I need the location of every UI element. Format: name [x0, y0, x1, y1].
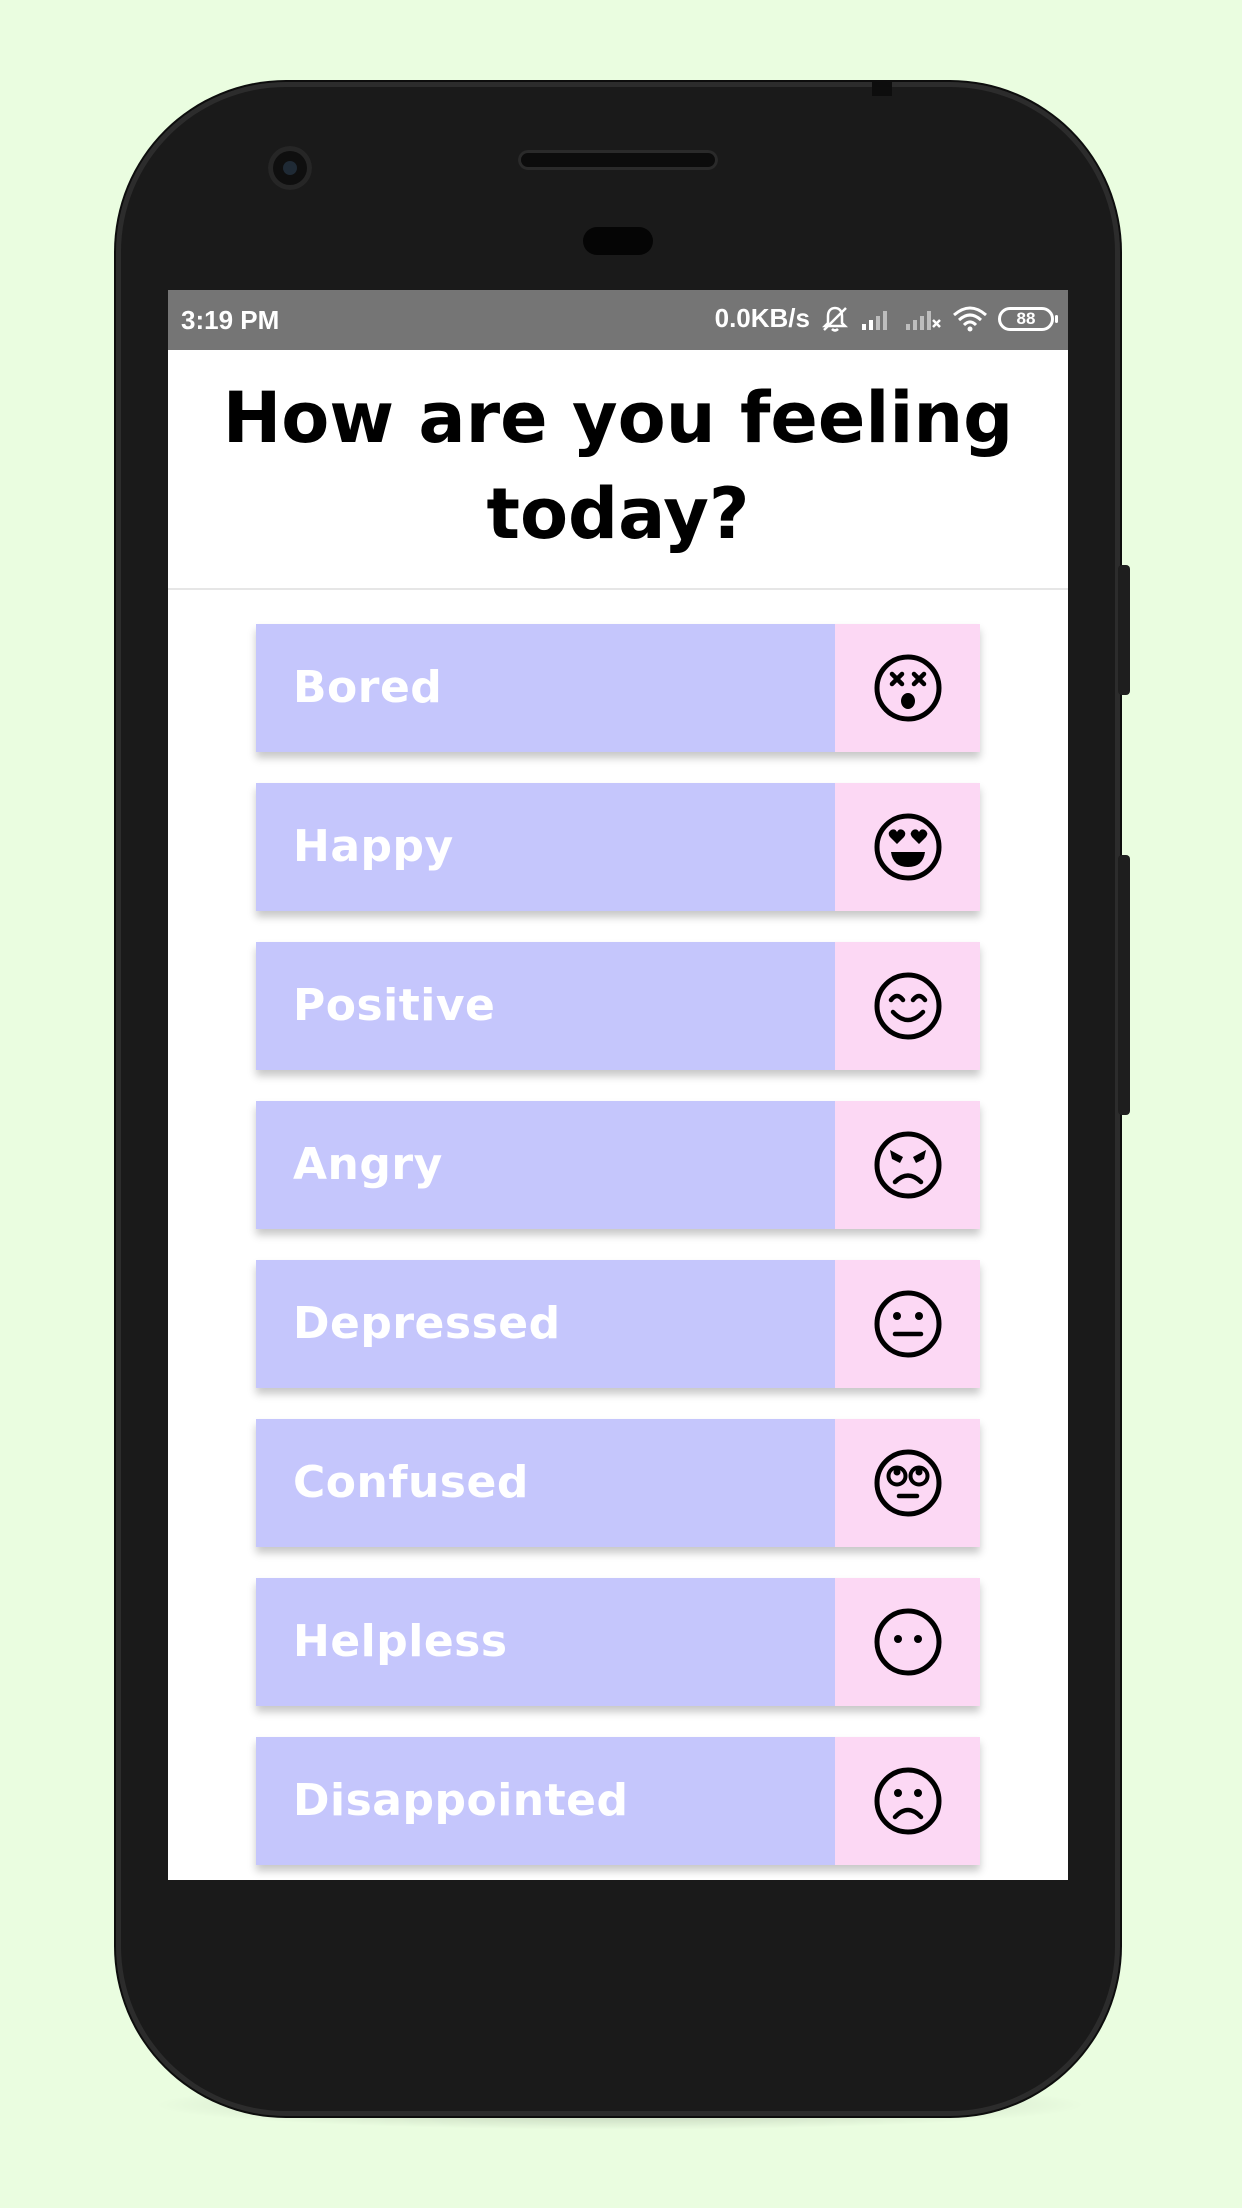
- mood-item-depressed[interactable]: Depressed: [256, 1260, 980, 1388]
- proximity-sensor: [583, 227, 653, 255]
- status-bar: 3:19 PM 0.0KB/s 88: [168, 290, 1068, 350]
- mood-label: Helpless: [256, 1578, 835, 1706]
- mood-label: Bored: [256, 624, 835, 752]
- mood-icon-box: [835, 624, 980, 752]
- dizzy-face-icon: [874, 654, 941, 722]
- mood-icon-box: [835, 1737, 980, 1865]
- signal-x-icon: [906, 310, 941, 330]
- status-icons: 0.0KB/s 88: [714, 303, 1058, 334]
- page-title: How are you feeling today?: [222, 377, 1014, 555]
- mood-label: Positive: [256, 942, 835, 1070]
- mood-label: Disappointed: [256, 1737, 835, 1865]
- smiling-face-icon: [874, 972, 941, 1040]
- bell-muted-icon: [821, 306, 849, 332]
- earpiece-speaker: [518, 150, 718, 170]
- angry-face-icon: [874, 1131, 941, 1199]
- wifi-icon: [953, 306, 987, 331]
- mood-item-positive[interactable]: Positive: [256, 942, 980, 1070]
- volume-button: [1118, 855, 1130, 1115]
- phone-screen: 3:19 PM 0.0KB/s 88 How are you feeling t…: [168, 290, 1068, 1880]
- top-notch: [872, 80, 892, 96]
- mood-icon-box: [835, 1578, 980, 1706]
- blank-face-icon: [874, 1608, 941, 1676]
- mood-icon-box: [835, 1419, 980, 1547]
- mood-icon-box: [835, 1260, 980, 1388]
- mood-label: Angry: [256, 1101, 835, 1229]
- mood-app: How are you feeling today? Bored Happy P…: [168, 350, 1068, 1880]
- battery-icon: 88: [998, 306, 1058, 331]
- mood-label: Depressed: [256, 1260, 835, 1388]
- mood-item-helpless[interactable]: Helpless: [256, 1578, 980, 1706]
- mood-item-bored[interactable]: Bored: [256, 624, 980, 752]
- mood-icon-box: [835, 783, 980, 911]
- mood-list: Bored Happy Positive Angry Depressed Con…: [256, 624, 980, 1880]
- neutral-face-icon: [874, 1290, 941, 1358]
- title-area: How are you feeling today?: [168, 350, 1068, 590]
- signal-icon: [862, 310, 887, 330]
- mood-item-happy[interactable]: Happy: [256, 783, 980, 911]
- network-speed: 0.0KB/s: [714, 303, 810, 333]
- rolling-eyes-face-icon: [874, 1449, 941, 1517]
- status-time: 3:19 PM: [181, 305, 280, 335]
- mood-label: Happy: [256, 783, 835, 911]
- mood-icon-box: [835, 942, 980, 1070]
- mood-item-angry[interactable]: Angry: [256, 1101, 980, 1229]
- mood-item-confused[interactable]: Confused: [256, 1419, 980, 1547]
- mood-item-disappointed[interactable]: Disappointed: [256, 1737, 980, 1865]
- frowning-face-icon: [874, 1767, 941, 1835]
- front-camera: [268, 146, 312, 190]
- mood-label: Confused: [256, 1419, 835, 1547]
- power-button: [1118, 565, 1130, 695]
- mood-icon-box: [835, 1101, 980, 1229]
- heart-eyes-face-icon: [874, 813, 941, 881]
